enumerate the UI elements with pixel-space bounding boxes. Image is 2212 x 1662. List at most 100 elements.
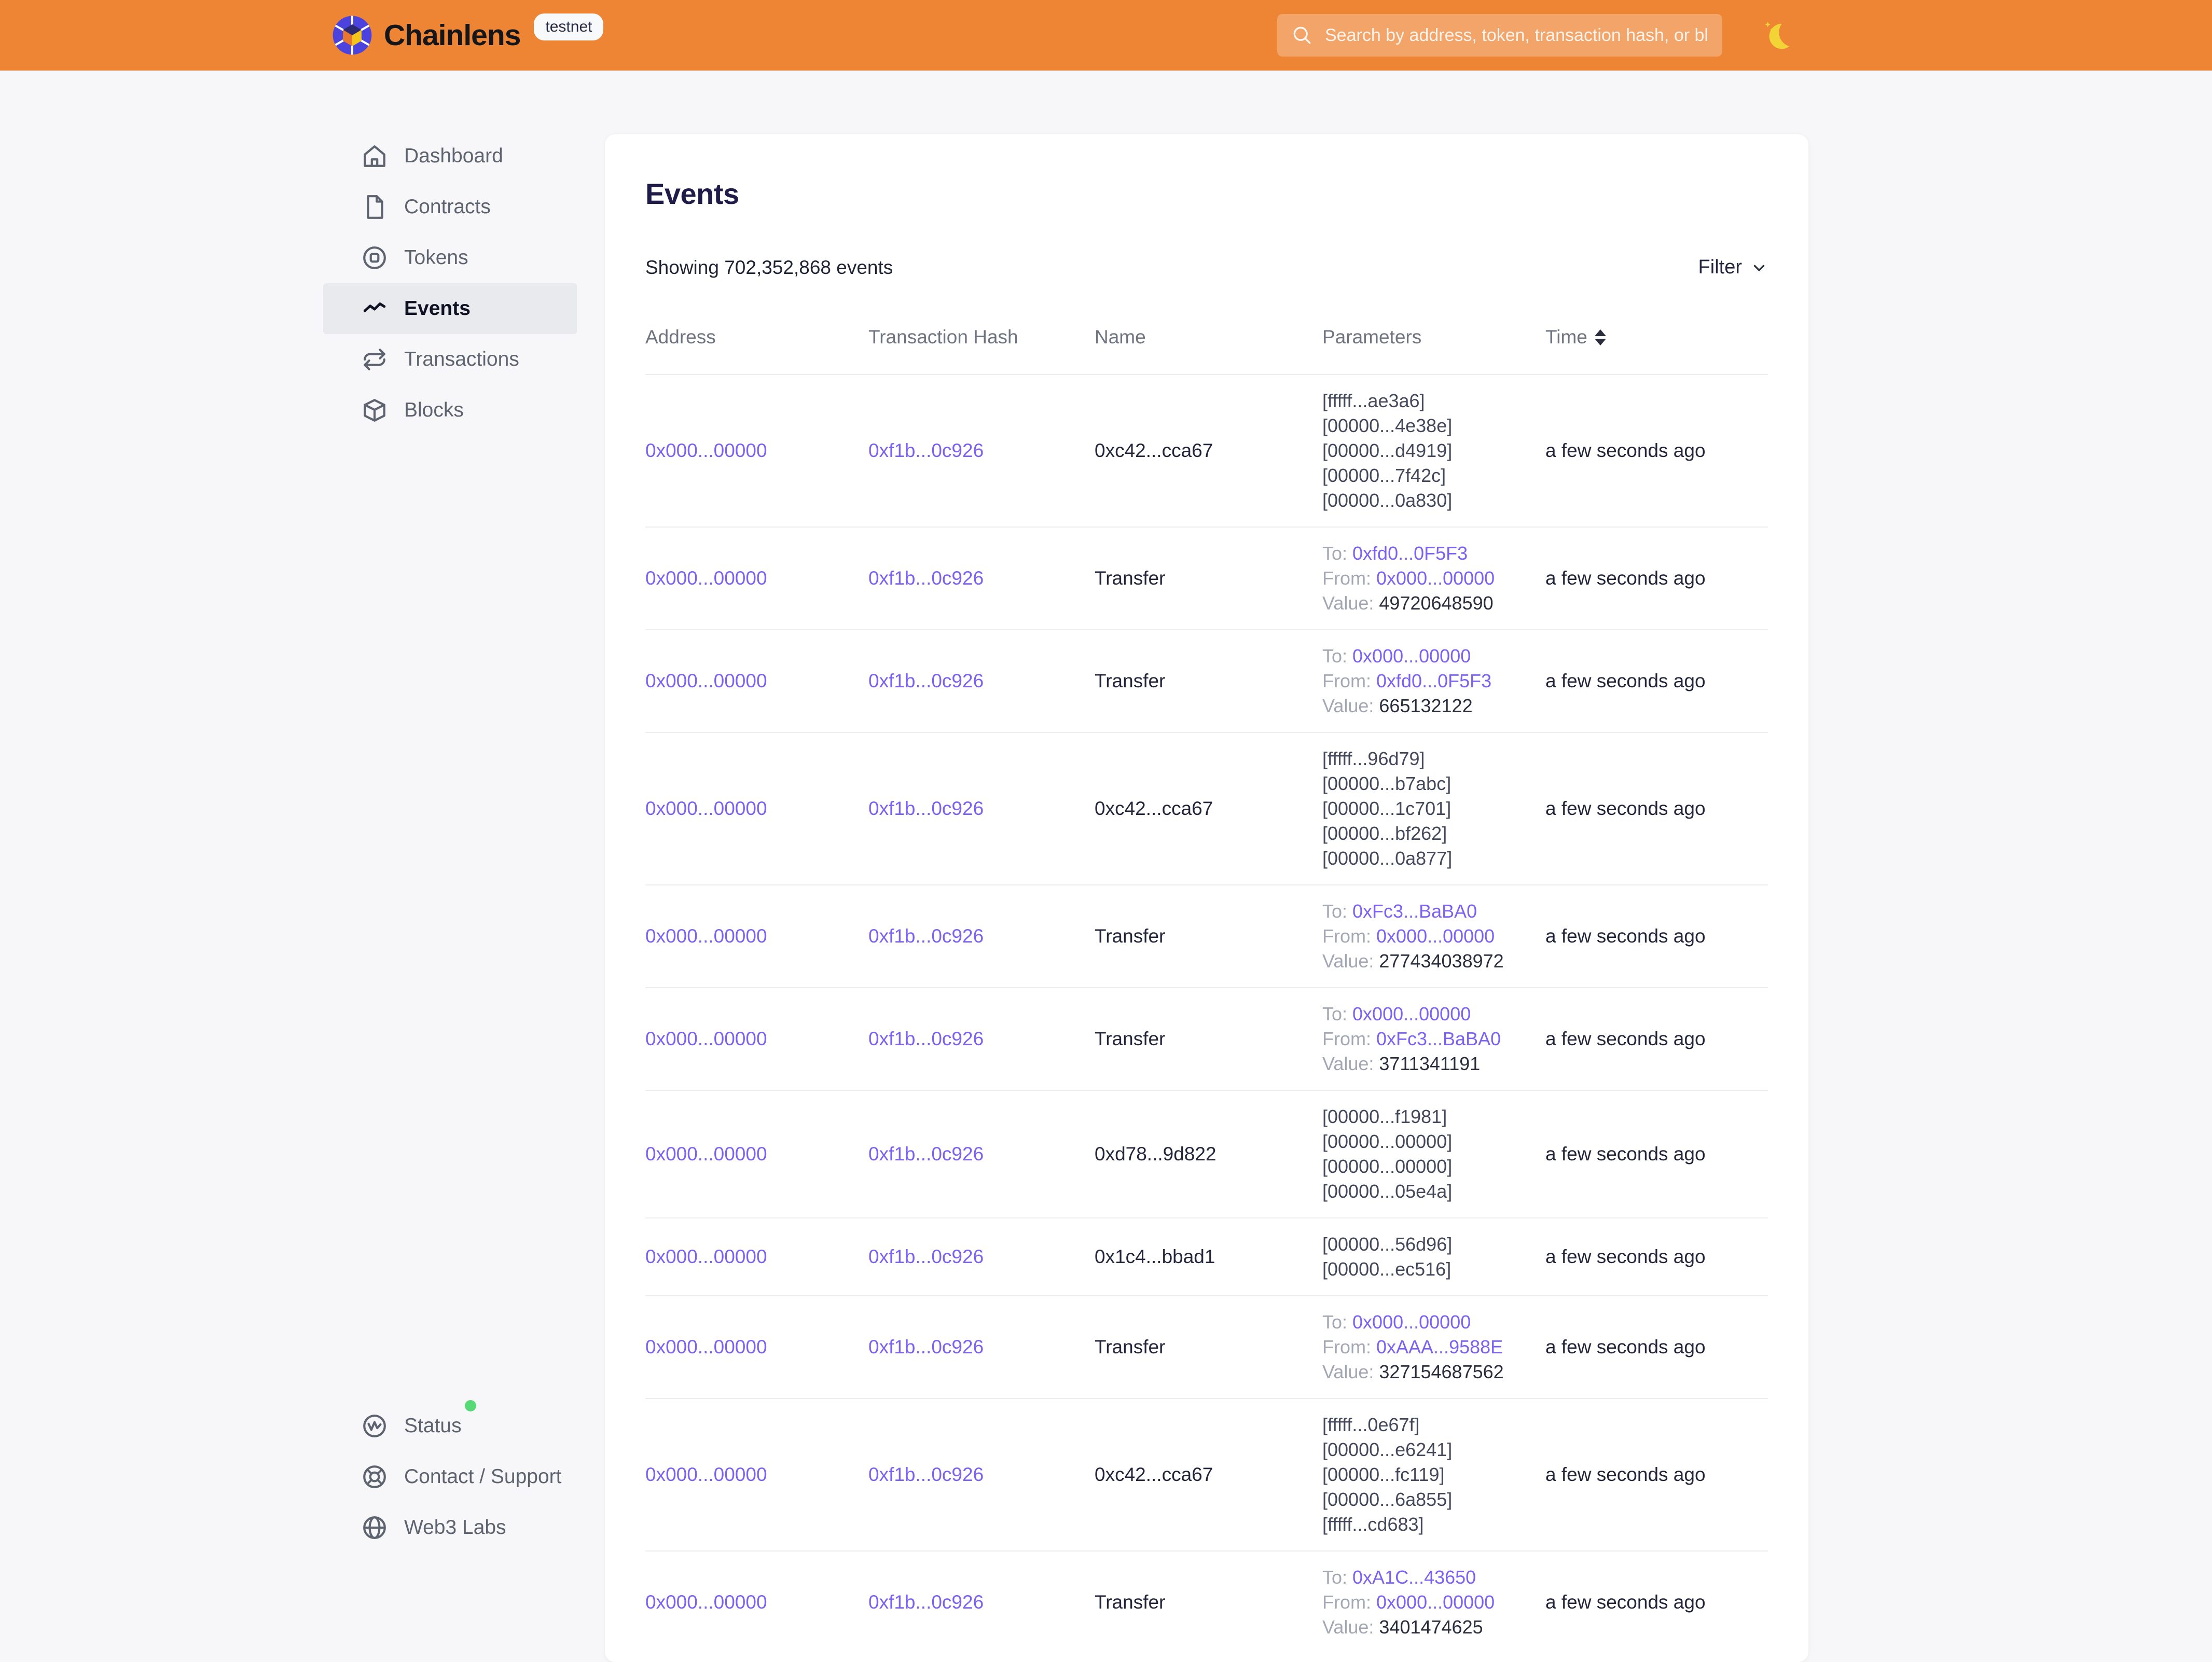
from-address-link[interactable]: 0x000...00000 [1376,925,1495,947]
parameter-topic: [00000...e6241] [1322,1437,1530,1462]
sidebar-item-web3-labs[interactable]: Web3 Labs [323,1502,577,1553]
token-icon [362,245,388,271]
table-row: 0x000...00000 0xf1b...0c926 0xd78...9d822[… [645,1091,1768,1218]
transaction-hash-link[interactable]: 0xf1b...0c926 [868,670,984,691]
parameter-from: From: 0xfd0...0F5F3 [1322,669,1530,694]
time-cell: a few seconds ago [1545,567,1768,589]
sidebar-nav: Dashboard Contracts Tokens Events Transa… [323,131,577,436]
transaction-hash-link[interactable]: 0xf1b...0c926 [868,440,984,461]
time-cell: a few seconds ago [1545,1591,1768,1613]
parameter-topic: [00000...f1981] [1322,1104,1530,1129]
parameters-cell: To: 0x000...00000From: 0xAAA...9588EValu… [1322,1296,1545,1398]
event-name-cell: 0xc42...cca67 [1095,1464,1322,1486]
search-input[interactable] [1325,25,1709,46]
parameter-topic: [00000...00000] [1322,1129,1530,1154]
parameter-value: Value: 3711341191 [1322,1051,1530,1076]
transaction-hash-link[interactable]: 0xf1b...0c926 [868,1143,984,1165]
transaction-hash-cell: 0xf1b...0c926 [868,1336,1095,1358]
address-cell: 0x000...00000 [645,1591,868,1613]
address-link[interactable]: 0x000...00000 [645,925,767,947]
parameters-cell: [00000...f1981][00000...00000][00000...0… [1322,1091,1545,1217]
parameter-to: To: 0xfd0...0F5F3 [1322,541,1530,566]
status-dot [465,1400,476,1411]
address-link[interactable]: 0x000...00000 [645,1246,767,1267]
activity-icon [362,1413,388,1439]
to-address-link[interactable]: 0x000...00000 [1352,1311,1471,1333]
to-address-link[interactable]: 0x000...00000 [1352,645,1471,667]
column-header-parameters: Parameters [1322,326,1545,348]
search-bar[interactable] [1277,14,1722,57]
value-label: Value: [1322,950,1379,972]
address-cell: 0x000...00000 [645,798,868,820]
brand[interactable]: Chainlens testnet [332,0,603,71]
to-address-link[interactable]: 0xfd0...0F5F3 [1352,543,1468,564]
to-label: To: [1322,1311,1352,1333]
column-header-name: Name [1095,326,1322,348]
brand-name: Chainlens [384,18,520,52]
to-label: To: [1322,901,1352,922]
transaction-hash-link[interactable]: 0xf1b...0c926 [868,1246,984,1267]
sidebar-item-label: Transactions [404,348,519,371]
transaction-hash-link[interactable]: 0xf1b...0c926 [868,1464,984,1485]
from-address-link[interactable]: 0x000...00000 [1376,1591,1495,1613]
sidebar-item-label: Dashboard [404,145,503,168]
from-address-link[interactable]: 0xAAA...9588E [1376,1336,1503,1358]
address-link[interactable]: 0x000...00000 [645,567,767,589]
from-label: From: [1322,1336,1376,1358]
parameter-from: From: 0x000...00000 [1322,566,1530,591]
parameter-topic: [00000...00000] [1322,1154,1530,1179]
from-address-link[interactable]: 0xfd0...0F5F3 [1376,670,1491,691]
sidebar-item-transactions[interactable]: Transactions [323,334,577,385]
event-name-cell: Transfer [1095,670,1322,692]
event-name-cell: 0xc42...cca67 [1095,440,1322,462]
address-link[interactable]: 0x000...00000 [645,1143,767,1165]
sidebar-item-contact-support[interactable]: Contact / Support [323,1451,577,1502]
parameter-to: To: 0xFc3...BaBA0 [1322,899,1530,924]
address-link[interactable]: 0x000...00000 [645,670,767,691]
lifebuoy-icon [362,1464,388,1490]
address-cell: 0x000...00000 [645,1464,868,1486]
from-address-link[interactable]: 0x000...00000 [1376,567,1495,589]
transaction-hash-link[interactable]: 0xf1b...0c926 [868,1336,984,1358]
sidebar-item-events[interactable]: Events [323,283,577,334]
transaction-hash-cell: 0xf1b...0c926 [868,1143,1095,1165]
sidebar-item-tokens[interactable]: Tokens [323,232,577,283]
to-address-link[interactable]: 0x000...00000 [1352,1003,1471,1024]
sidebar-item-status[interactable]: Status [323,1401,577,1451]
transaction-hash-cell: 0xf1b...0c926 [868,1028,1095,1050]
address-link[interactable]: 0x000...00000 [645,440,767,461]
transaction-hash-link[interactable]: 0xf1b...0c926 [868,567,984,589]
sort-icon [1595,329,1606,345]
column-header-time[interactable]: Time [1545,326,1768,348]
sidebar-item-blocks[interactable]: Blocks [323,385,577,436]
to-address-link[interactable]: 0xFc3...BaBA0 [1352,901,1477,922]
from-address-link[interactable]: 0xFc3...BaBA0 [1376,1028,1501,1049]
address-link[interactable]: 0x000...00000 [645,1591,767,1613]
transaction-hash-link[interactable]: 0xf1b...0c926 [868,798,984,819]
transaction-hash-link[interactable]: 0xf1b...0c926 [868,1591,984,1613]
parameters-cell: [fffff...0e67f][00000...e6241][00000...f… [1322,1399,1545,1550]
value-label: Value: [1322,592,1379,614]
address-link[interactable]: 0x000...00000 [645,1028,767,1049]
parameter-topic: [00000...ec516] [1322,1257,1530,1282]
sidebar-item-contracts[interactable]: Contracts [323,182,577,232]
events-card: Events Showing 702,352,868 events Filter… [605,134,1808,1662]
to-address-link[interactable]: 0xA1C...43650 [1352,1567,1476,1588]
event-name-cell: 0xd78...9d822 [1095,1143,1322,1165]
filter-button[interactable]: Filter [1698,256,1768,279]
theme-toggle-button[interactable] [1762,20,1794,52]
parameter-from: From: 0x000...00000 [1322,1590,1530,1615]
transaction-hash-link[interactable]: 0xf1b...0c926 [868,1028,984,1049]
transaction-hash-cell: 0xf1b...0c926 [868,670,1095,692]
parameter-topic: [00000...0a830] [1322,488,1530,513]
parameter-value: Value: 277434038972 [1322,949,1530,974]
transaction-hash-link[interactable]: 0xf1b...0c926 [868,925,984,947]
address-link[interactable]: 0x000...00000 [645,1336,767,1358]
event-name-cell: Transfer [1095,1591,1322,1613]
from-label: From: [1322,670,1376,691]
address-link[interactable]: 0x000...00000 [645,798,767,819]
sidebar-item-dashboard[interactable]: Dashboard [323,131,577,182]
table-row: 0x000...000000xf1b...0c926TransferTo: 0x… [645,1296,1768,1399]
time-cell: a few seconds ago [1545,1143,1768,1165]
address-link[interactable]: 0x000...00000 [645,1464,767,1485]
